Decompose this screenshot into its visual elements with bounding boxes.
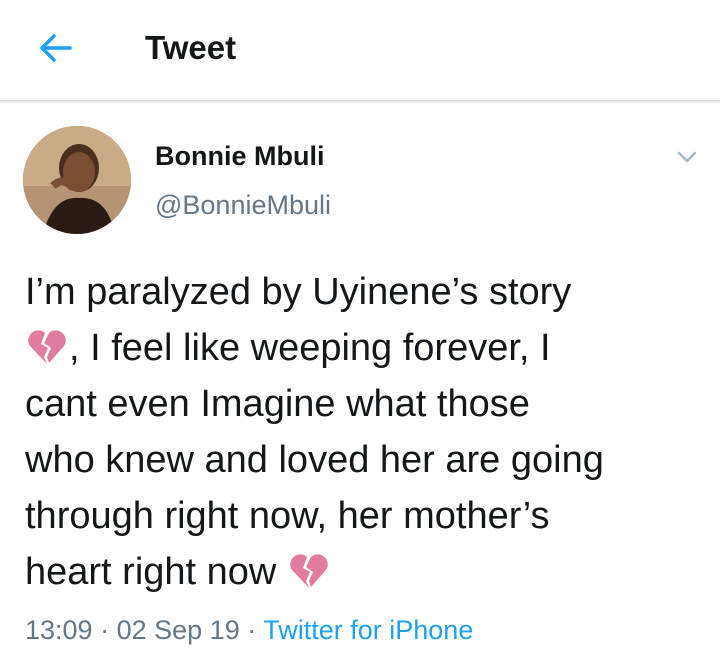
tweet-meta: 13:09 · 02 Sep 19 · Twitter for iPhone (25, 610, 473, 650)
avatar[interactable] (23, 126, 131, 234)
tweet-text: I’m paralyzed by Uyinene’s story , I fee… (25, 264, 715, 600)
tweet-date: 02 Sep 19 (116, 615, 240, 645)
author-name[interactable]: Bonnie Mbuli (155, 138, 324, 174)
meta-separator: · (100, 615, 110, 645)
tweet-line: I’m paralyzed by Uyinene’s story (25, 271, 572, 313)
meta-separator: · (247, 615, 257, 645)
tweet-line: heart right now (25, 551, 277, 593)
broken-heart-icon (28, 330, 66, 364)
tweet-line: through right now, her mother’s (25, 495, 550, 537)
page-title: Tweet (145, 29, 237, 66)
tweet-source-link[interactable]: Twitter for iPhone (263, 615, 473, 645)
chevron-down-icon[interactable] (670, 140, 704, 174)
arrow-left-icon[interactable] (34, 26, 78, 70)
tweet-line-with-emoji: heart right now (25, 544, 715, 600)
tweet-line: who knew and loved her are going (25, 439, 604, 481)
tweet-time: 13:09 (25, 615, 93, 645)
tweet-line: cant even Imagine what those (25, 383, 530, 425)
tweet-line: , I feel like weeping forever, I (69, 327, 551, 369)
header-divider (0, 100, 720, 104)
author-handle[interactable]: @BonnieMbuli (155, 187, 331, 223)
broken-heart-icon (290, 554, 328, 588)
top-app-bar: Tweet (0, 0, 720, 100)
tweet-line-with-emoji: , I feel like weeping forever, I (25, 320, 715, 376)
